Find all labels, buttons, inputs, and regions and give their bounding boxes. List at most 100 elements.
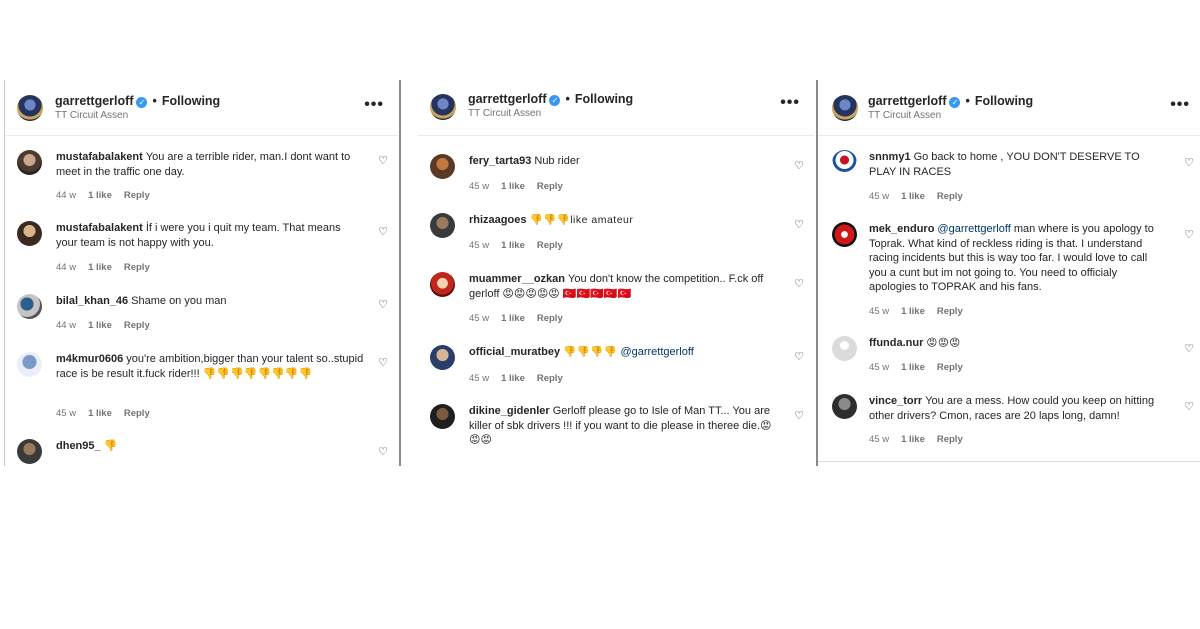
comment-age: 45 w: [469, 373, 490, 384]
like-heart-icon[interactable]: ♡: [1184, 228, 1194, 241]
author-username[interactable]: garrettgerloff: [55, 94, 133, 108]
comment-likes[interactable]: 1 like: [501, 313, 525, 324]
reply-button[interactable]: Reply: [124, 262, 150, 273]
commenter-username[interactable]: official_muratbey: [469, 346, 560, 358]
comment-mention[interactable]: @garrettgerloff: [620, 346, 693, 358]
commenter-avatar[interactable]: [17, 221, 42, 246]
commenter-avatar[interactable]: [832, 336, 857, 361]
commenter-username[interactable]: dhen95_: [56, 440, 101, 452]
comment-likes[interactable]: 1 like: [901, 362, 925, 373]
comment-age: 45 w: [469, 181, 490, 192]
like-heart-icon[interactable]: ♡: [794, 409, 804, 422]
like-heart-icon[interactable]: ♡: [794, 277, 804, 290]
comment-likes[interactable]: 1 like: [88, 408, 112, 419]
author-avatar[interactable]: [430, 94, 456, 120]
commenter-avatar[interactable]: [430, 404, 455, 429]
comment-text: Shame on you man: [131, 295, 227, 307]
reply-button[interactable]: Reply: [937, 306, 963, 317]
comment-likes[interactable]: 1 like: [901, 191, 925, 202]
more-options-icon[interactable]: •••: [364, 96, 384, 114]
comment-text: 😡😡😡: [926, 337, 961, 349]
like-heart-icon[interactable]: ♡: [1184, 400, 1194, 413]
commenter-username[interactable]: mustafabalakent: [56, 151, 143, 163]
reply-button[interactable]: Reply: [124, 320, 150, 331]
like-heart-icon[interactable]: ♡: [378, 298, 388, 311]
commenter-username[interactable]: muammer__ozkan: [469, 273, 565, 285]
comment-likes[interactable]: 1 like: [901, 306, 925, 317]
commenter-username[interactable]: ffunda.nur: [869, 337, 923, 349]
following-button[interactable]: Following: [975, 94, 1033, 108]
commenter-username[interactable]: rhizaagoes: [469, 214, 526, 226]
commenter-username[interactable]: snnmy1: [869, 151, 911, 163]
comment-likes[interactable]: 1 like: [88, 320, 112, 331]
comment-likes[interactable]: 1 like: [88, 262, 112, 273]
author-avatar[interactable]: [832, 95, 858, 121]
post-header: garrettgerloff ✓ • Following TT Circuit Ass…: [418, 80, 814, 136]
commenter-username[interactable]: mustafabalakent: [56, 222, 143, 234]
reply-button[interactable]: Reply: [937, 434, 963, 445]
like-heart-icon[interactable]: ♡: [794, 218, 804, 231]
comments-panel-3: garrettgerloff ✓ • Following TT Circuit Ass…: [816, 80, 1200, 466]
comment-age: 45 w: [869, 306, 890, 317]
commenter-avatar[interactable]: [430, 213, 455, 238]
like-heart-icon[interactable]: ♡: [378, 225, 388, 238]
reply-button[interactable]: Reply: [937, 362, 963, 373]
verified-badge-icon: ✓: [549, 95, 561, 106]
post-header: garrettgerloff ✓ • Following TT Circuit Ass…: [818, 80, 1200, 136]
author-username[interactable]: garrettgerloff: [868, 94, 946, 108]
like-heart-icon[interactable]: ♡: [794, 159, 804, 172]
like-heart-icon[interactable]: ♡: [378, 445, 388, 458]
commenter-avatar[interactable]: [17, 439, 42, 464]
commenter-username[interactable]: mek_enduro: [869, 223, 934, 235]
comment-likes[interactable]: 1 like: [501, 181, 525, 192]
like-heart-icon[interactable]: ♡: [794, 350, 804, 363]
more-options-icon[interactable]: •••: [780, 94, 800, 112]
like-heart-icon[interactable]: ♡: [1184, 156, 1194, 169]
comment-text: 👎👎👎👎: [563, 346, 618, 358]
like-heart-icon[interactable]: ♡: [378, 154, 388, 167]
commenter-avatar[interactable]: [832, 150, 857, 175]
commenter-username[interactable]: m4kmur0606: [56, 353, 123, 365]
commenter-avatar[interactable]: [430, 345, 455, 370]
commenter-username[interactable]: bilal_khan_46: [56, 295, 128, 307]
like-heart-icon[interactable]: ♡: [1184, 342, 1194, 355]
commenter-avatar[interactable]: [832, 394, 857, 419]
post-location[interactable]: TT Circuit Assen: [868, 110, 941, 121]
comment-age: 45 w: [469, 240, 490, 251]
following-button[interactable]: Following: [575, 92, 633, 106]
author-avatar[interactable]: [17, 95, 43, 121]
commenter-avatar[interactable]: [832, 222, 857, 247]
commenter-username[interactable]: fery_tarta93: [469, 155, 531, 167]
commenter-avatar[interactable]: [17, 150, 42, 175]
reply-button[interactable]: Reply: [537, 373, 563, 384]
reply-button[interactable]: Reply: [124, 190, 150, 201]
comment-age: 45 w: [869, 434, 890, 445]
following-button[interactable]: Following: [162, 94, 220, 108]
separator-dot: •: [965, 94, 970, 108]
reply-button[interactable]: Reply: [937, 191, 963, 202]
comment-likes[interactable]: 1 like: [901, 434, 925, 445]
comment-likes[interactable]: 1 like: [501, 373, 525, 384]
comment-age: 44 w: [56, 262, 77, 273]
comment-age: 44 w: [56, 190, 77, 201]
comment-likes[interactable]: 1 like: [501, 240, 525, 251]
post-location[interactable]: TT Circuit Assen: [468, 108, 541, 119]
reply-button[interactable]: Reply: [537, 181, 563, 192]
more-options-icon[interactable]: •••: [1170, 96, 1190, 114]
comment-likes[interactable]: 1 like: [88, 190, 112, 201]
reply-button[interactable]: Reply: [124, 408, 150, 419]
comment-text: Nub rider: [534, 155, 580, 167]
post-location[interactable]: TT Circuit Assen: [55, 110, 128, 121]
author-line: garrettgerloff ✓ • Following: [468, 92, 633, 106]
commenter-username[interactable]: vince_torr: [869, 395, 922, 407]
commenter-username[interactable]: dikine_gidenler: [469, 405, 550, 417]
comment-mention[interactable]: @garrettgerloff: [937, 223, 1010, 235]
commenter-avatar[interactable]: [17, 352, 42, 377]
reply-button[interactable]: Reply: [537, 313, 563, 324]
commenter-avatar[interactable]: [17, 294, 42, 319]
author-username[interactable]: garrettgerloff: [468, 92, 546, 106]
reply-button[interactable]: Reply: [537, 240, 563, 251]
like-heart-icon[interactable]: ♡: [378, 356, 388, 369]
commenter-avatar[interactable]: [430, 272, 455, 297]
commenter-avatar[interactable]: [430, 154, 455, 179]
